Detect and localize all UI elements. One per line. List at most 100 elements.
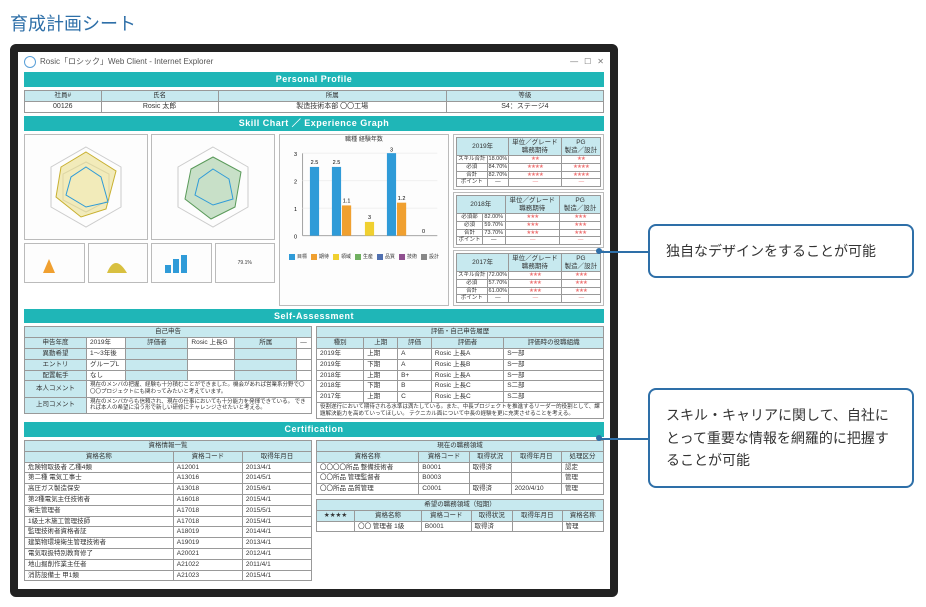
table-row: 第2種電気主任技術者A160182015/4/1 <box>25 495 312 506</box>
table-header: 資格名称 <box>317 451 419 462</box>
mini-chart-2 <box>88 243 149 283</box>
maximize-button[interactable]: ☐ <box>584 57 591 67</box>
svg-text:1: 1 <box>294 207 297 213</box>
table-row: 衛生管理者A170182015/5/1 <box>25 505 312 516</box>
bar-chart-title: 職種 経験年数 <box>282 137 446 144</box>
stat-block: 2019年単位／グレード職務期待PG製造／設計スキル合計18.00%★★★★必須… <box>453 134 604 190</box>
table-header: ★★★★ <box>317 510 355 521</box>
callout-skills: スキル・キャリアに関して、自社にとって重要な情報を網羅的に把握することが可能 <box>648 388 914 487</box>
svg-text:0: 0 <box>294 234 297 240</box>
radar-chart-2 <box>151 134 275 240</box>
cert-wish-title: 希望の職務領域（短期） <box>317 500 604 511</box>
profile-head-dept: 所属 <box>218 90 446 101</box>
table-row: 〇〇〇〇所品 整備技術者B0001取得済認定 <box>317 462 604 473</box>
svg-text:3: 3 <box>368 215 371 221</box>
table-header: 資格名称 <box>355 510 422 521</box>
sa-right-header: 種別 <box>317 338 364 349</box>
svg-text:1.2: 1.2 <box>398 196 406 202</box>
svg-text:1.1: 1.1 <box>343 199 351 205</box>
sa-right-row: 2019年下期ARosic 上長BS一部 <box>317 359 604 370</box>
sa-right-header: 上期 <box>364 338 398 349</box>
svg-text:2.5: 2.5 <box>333 160 341 166</box>
svg-text:0: 0 <box>422 229 425 235</box>
self-assessment-left: 自己申告 申告年度2019年評価者Rosic 上長G所属—異動希望1～3年後エン… <box>24 326 312 419</box>
table-row: 1級土木施工管理技師A170182015/4/1 <box>25 516 312 527</box>
sa-comment-row: 上司コメント現在のメンバからも信頼され、現在の仕事においても十分能力を発揮できて… <box>25 397 312 413</box>
cert-current: 現在の職務領域 資格名称資格コード取得状況取得年月日処理区分 〇〇〇〇所品 整備… <box>316 440 604 495</box>
section-self-assessment: Self-Assessment <box>24 309 604 324</box>
cert-cur-title: 現在の職務領域 <box>317 441 604 452</box>
callout-design: 独自なデザインをすることが可能 <box>648 224 914 278</box>
sa-right-row: 2017年上期CRosic 上長CS二部 <box>317 392 604 403</box>
table-row: 〇〇所品 品質管理C0001取得済2020/4/10管理 <box>317 484 604 495</box>
table-header: 資格コード <box>173 451 242 462</box>
table-row: 電気取扱特別教育修了A200212012/4/1 <box>25 549 312 560</box>
self-assessment-right: 評価・自己申告履歴 種別上期評価評価者評価時の役職組織 2019年上期ARosi… <box>316 326 604 419</box>
stat-block: 2017年単位／グレード職務期待PG製造／設計スキル合計72.00%★★★★★★… <box>453 250 604 306</box>
table-header: 処理区分 <box>561 451 603 462</box>
stat-block: 2018年単位／グレード職務期待PG製造／設計必須部82.00%★★★★★★必須… <box>453 192 604 248</box>
stat-summary-column: 2019年単位／グレード職務期待PG製造／設計スキル合計18.00%★★★★必須… <box>453 134 604 306</box>
table-row: 地山掘削作業主任者A210222011/4/1 <box>25 559 312 570</box>
profile-head-name: 氏名 <box>101 90 218 101</box>
sa-right-header: 評価時の役職組織 <box>504 338 604 349</box>
table-row: 第二種 電気工事士A130162014/5/1 <box>25 473 312 484</box>
sa-left-row: 配置転手なし <box>25 370 312 381</box>
close-button[interactable]: ✕ <box>597 57 604 67</box>
table-row: 危険物取扱者 乙種4類A120012013/4/1 <box>25 462 312 473</box>
section-personal-profile: Personal Profile <box>24 72 604 87</box>
profile-name: Rosic 太郎 <box>101 101 218 112</box>
table-header: 取得状況 <box>471 510 512 521</box>
svg-text:3: 3 <box>294 152 297 158</box>
mini-chart-3 <box>151 243 212 283</box>
table-header: 取得状況 <box>469 451 511 462</box>
table-row: 建築物環境衛生管理技術者A190192013/4/1 <box>25 538 312 549</box>
sa-right-row: 2019年上期ARosic 上長AS一部 <box>317 349 604 360</box>
table-header: 資格名称 <box>25 451 174 462</box>
svg-text:3: 3 <box>390 147 393 153</box>
sa-right-header: 評価者 <box>431 338 503 349</box>
table-header: 取得年月日 <box>512 510 562 521</box>
profile-grade: S4：ステージ4 <box>446 101 603 112</box>
mini-chart-meter: 79.1% <box>215 243 276 283</box>
sa-left-row: 異動希望1～3年後 <box>25 349 312 360</box>
cert-list: 資格情報一覧 資格名称資格コード取得年月日 危険物取扱者 乙種4類A120012… <box>24 440 312 581</box>
table-header: 取得年月日 <box>242 451 311 462</box>
mini-chart-1 <box>24 243 85 283</box>
bar-chart-legend: 目標 期待 領域 生産 品質 技術 設計 <box>282 254 446 260</box>
sa-right-header: 評価 <box>398 338 432 349</box>
sa-right-note: 役割遂行において期待される水準は満たしている。また、中長プロジェクトを推進するリ… <box>317 403 604 419</box>
profile-head-id: 社員# <box>25 90 102 101</box>
table-header: 資格コード <box>419 451 469 462</box>
radar-chart-1 <box>24 134 148 240</box>
app-window: Rosic「ロシック」Web Client - Internet Explore… <box>10 44 618 597</box>
cert-list-title: 資格情報一覧 <box>25 441 312 452</box>
table-row: 高圧ガス製造保安A130182015/6/1 <box>25 484 312 495</box>
sa-left-title: 自己申告 <box>25 327 312 338</box>
sa-comment-row: 本人コメント現在のメンバの把握、経験も十分積むことができました。機会があれば営業… <box>25 381 312 397</box>
section-skill-chart: Skill Chart ／ Experience Graph <box>24 116 604 131</box>
cert-wish: 希望の職務領域（短期） ★★★★資格名称資格コード取得状況取得年月日資格名称 〇… <box>316 499 604 532</box>
svg-text:2.5: 2.5 <box>311 160 319 166</box>
browser-titlebar: Rosic「ロシック」Web Client - Internet Explore… <box>24 56 604 68</box>
table-row: 〇〇 管理者 1級B0001取得済管理 <box>317 521 604 532</box>
table-header: 取得年月日 <box>511 451 561 462</box>
page-title: 育成計画シート <box>10 10 916 36</box>
sa-right-title: 評価・自己申告履歴 <box>317 327 604 338</box>
ie-icon <box>24 56 36 68</box>
sa-right-row: 2018年上期B+Rosic 上長AS一部 <box>317 370 604 381</box>
sa-right-row: 2018年下期BRosic 上長CS二部 <box>317 381 604 392</box>
profile-table: 社員# 氏名 所属 等級 00126 Rosic 太郎 製造技術本部 〇〇工場 … <box>24 90 604 113</box>
table-row: 消防設備士 甲1類A210232015/4/1 <box>25 570 312 581</box>
profile-id: 00126 <box>25 101 102 112</box>
table-header: 資格名称 <box>562 510 603 521</box>
table-row: 〇〇所品 管理監督者B0003管理 <box>317 473 604 484</box>
experience-bar-chart: 職種 経験年数 0 1 2 3 2.5 <box>279 134 449 306</box>
sa-left-row: 申告年度2019年評価者Rosic 上長G所属— <box>25 338 312 349</box>
table-header: 資格コード <box>421 510 471 521</box>
minimize-button[interactable]: — <box>570 57 578 67</box>
browser-title: Rosic「ロシック」Web Client - Internet Explore… <box>40 57 213 67</box>
table-row: 監理技術者資格者証A180192014/4/1 <box>25 527 312 538</box>
profile-head-grade: 等級 <box>446 90 603 101</box>
section-certification: Certification <box>24 422 604 437</box>
